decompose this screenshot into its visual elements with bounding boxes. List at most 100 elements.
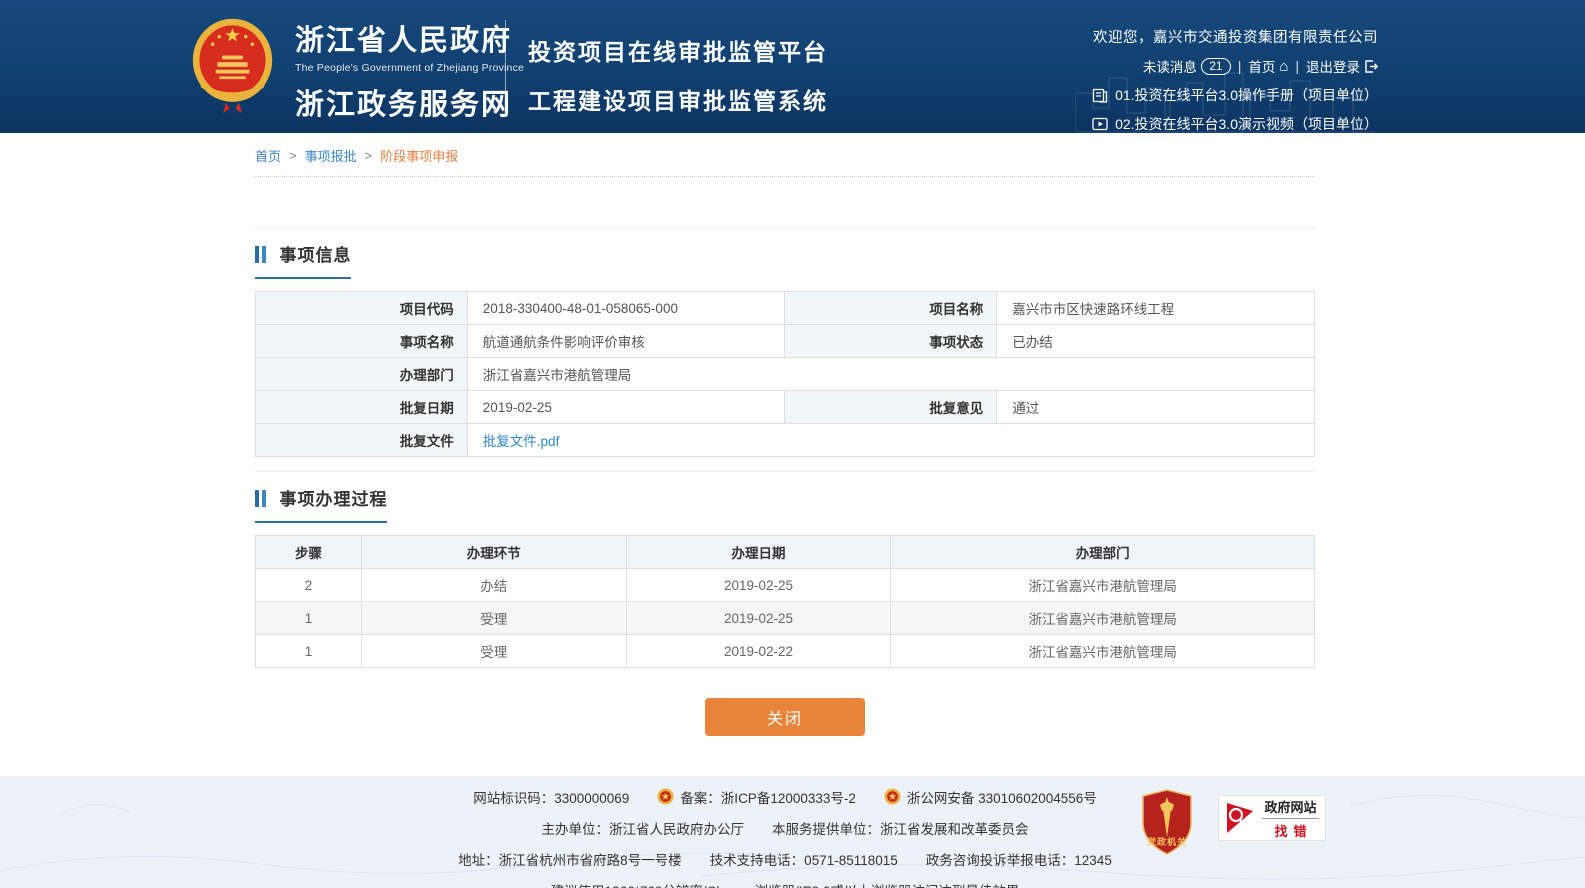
- field-label: 事项名称: [256, 325, 468, 358]
- header-divider: [505, 20, 506, 113]
- portal-subtitle: 全国一体化在线政务服务平台: [295, 130, 524, 133]
- breadcrumb-separator: >: [289, 148, 297, 163]
- site-code: 网站标识码：3300000069: [473, 787, 629, 807]
- table-row: 批复日期 2019-02-25 批复意见 通过: [256, 391, 1315, 424]
- manual-link[interactable]: 01.投资在线平台3.0操作手册（项目单位）: [1092, 85, 1378, 105]
- approval-file-link[interactable]: 批复文件.pdf: [483, 434, 560, 449]
- date-cell: 2019-02-25: [626, 602, 891, 635]
- unread-label: 未读消息: [1143, 56, 1197, 76]
- police-record[interactable]: 浙公网安备 33010602004556号: [884, 787, 1097, 807]
- police-emblem-icon: [884, 788, 901, 805]
- process-table: 步骤 办理环节 办理日期 办理部门 2 办结 2019-02-25 浙江省嘉兴市…: [255, 535, 1315, 668]
- col-header-phase: 办理环节: [361, 536, 626, 569]
- table-header-row: 步骤 办理环节 办理日期 办理部门: [256, 536, 1315, 569]
- approval-file-cell: 批复文件.pdf: [467, 424, 1314, 457]
- separator: |: [1238, 59, 1242, 74]
- video-link-label: 02.投资在线平台3.0演示视频（项目单位）: [1115, 114, 1378, 133]
- project-code-value: 2018-330400-48-01-058065-000: [467, 292, 785, 325]
- approval-date-value: 2019-02-25: [467, 391, 785, 424]
- police-record-text: 浙公网安备 33010602004556号: [907, 787, 1097, 807]
- find-error-label: 找错: [1262, 819, 1325, 840]
- home-label: 首页: [1248, 56, 1275, 76]
- handling-department-value: 浙江省嘉兴市港航管理局: [467, 358, 1314, 391]
- find-error-text: 政府网站 找错: [1262, 797, 1319, 840]
- field-label: 项目名称: [785, 292, 997, 325]
- phase-cell: 办结: [361, 569, 626, 602]
- field-label: 项目代码: [256, 292, 468, 325]
- site-footer: 网站标识码：3300000069 备案：浙ICP备12000333号-2 浙公网…: [0, 776, 1585, 888]
- logout-icon: [1364, 60, 1378, 73]
- process-title: 事项办理过程: [279, 490, 387, 509]
- date-cell: 2019-02-25: [626, 569, 891, 602]
- find-error-magnifier-icon: [1225, 801, 1255, 835]
- browser-tip-text: 建议使用1366*768分辨率/Chrome浏览器/IE9.0或以上浏览器访问达…: [551, 880, 1020, 888]
- site-header: 浙江省人民政府 The People's Government of Zheji…: [0, 0, 1585, 133]
- dept-cell: 浙江省嘉兴市港航管理局: [891, 569, 1315, 602]
- col-header-step: 步骤: [256, 536, 362, 569]
- breadcrumb-separator: >: [365, 148, 373, 163]
- field-label: 办理部门: [256, 358, 468, 391]
- breadcrumb-home[interactable]: 首页: [255, 146, 281, 165]
- logout-label: 退出登录: [1306, 56, 1360, 76]
- item-info-section: 事项信息 项目代码 2018-330400-48-01-058065-000 项…: [255, 227, 1315, 457]
- field-label: 批复文件: [256, 424, 468, 457]
- field-label: 事项状态: [785, 325, 997, 358]
- col-header-date: 办理日期: [626, 536, 891, 569]
- complaint-phone-text: 政务咨询投诉举报电话：12345: [926, 849, 1112, 869]
- video-play-icon: [1092, 117, 1108, 131]
- user-links: 未读消息 21 | 首页 ⌂ | 退出登录: [1092, 56, 1378, 76]
- site-logo: 浙江省人民政府 The People's Government of Zheji…: [190, 13, 524, 133]
- section-bars-icon: [255, 246, 266, 268]
- breadcrumb-current: 阶段事项申报: [380, 146, 458, 165]
- table-row: 事项名称 航道通航条件影响评价审核 事项状态 已办结: [256, 325, 1315, 358]
- unread-count-badge[interactable]: 21: [1201, 58, 1231, 75]
- date-cell: 2019-02-22: [626, 635, 891, 668]
- gov-titles: 浙江省人民政府 The People's Government of Zheji…: [295, 13, 524, 133]
- party-gov-badge[interactable]: 党政机关: [1140, 789, 1194, 855]
- platform-title-line1: 投资项目在线审批监管平台: [528, 33, 828, 67]
- icp-record[interactable]: 备案：浙ICP备12000333号-2: [657, 787, 856, 807]
- platform-title-line2: 工程建设项目审批监管系统: [528, 82, 828, 116]
- breadcrumb: 首页 > 事项报批 > 阶段事项申报: [255, 133, 1315, 177]
- section-heading: 事项信息: [255, 241, 351, 279]
- item-info-title: 事项信息: [279, 246, 351, 265]
- separator: |: [1295, 59, 1299, 74]
- table-row: 1 受理 2019-02-25 浙江省嘉兴市港航管理局: [256, 602, 1315, 635]
- national-emblem-icon: [190, 13, 275, 117]
- table-row: 项目代码 2018-330400-48-01-058065-000 项目名称 嘉…: [256, 292, 1315, 325]
- find-error-site-label: 政府网站: [1262, 797, 1319, 819]
- video-link[interactable]: 02.投资在线平台3.0演示视频（项目单位）: [1092, 114, 1378, 133]
- item-name-value: 航道通航条件影响评价审核: [467, 325, 785, 358]
- item-status-value: 已办结: [997, 325, 1315, 358]
- document-icon: [1092, 88, 1108, 103]
- manual-link-label: 01.投资在线平台3.0操作手册（项目单位）: [1115, 85, 1378, 105]
- field-label: 批复日期: [256, 391, 468, 424]
- party-gov-badge-label: 党政机关: [1140, 835, 1194, 848]
- item-info-table: 项目代码 2018-330400-48-01-058065-000 项目名称 嘉…: [255, 291, 1315, 457]
- field-label: 批复意见: [785, 391, 997, 424]
- portal-name: 浙江政务服务网: [295, 81, 524, 123]
- logout-link[interactable]: 退出登录: [1306, 56, 1378, 76]
- breadcrumb-report[interactable]: 事项报批: [305, 146, 357, 165]
- platform-titles: 投资项目在线审批监管平台 工程建设项目审批监管系统: [528, 33, 828, 116]
- home-link[interactable]: 首页 ⌂: [1248, 56, 1288, 76]
- main-content: 事项信息 项目代码 2018-330400-48-01-058065-000 项…: [255, 227, 1315, 736]
- section-heading: 事项办理过程: [255, 485, 387, 523]
- gov-name-en: The People's Government of Zhejiang Prov…: [295, 62, 524, 74]
- provider-text: 本服务提供单位：浙江省发展和改革委员会: [772, 818, 1029, 838]
- phase-cell: 受理: [361, 635, 626, 668]
- step-cell: 1: [256, 635, 362, 668]
- icp-text: 备案：浙ICP备12000333号-2: [680, 787, 856, 807]
- find-error-badge[interactable]: 政府网站 找错: [1218, 795, 1326, 841]
- process-section: 事项办理过程 步骤 办理环节 办理日期 办理部门 2 办结 2019-02-25…: [255, 471, 1315, 668]
- dept-cell: 浙江省嘉兴市港航管理局: [891, 602, 1315, 635]
- close-button[interactable]: 关闭: [705, 698, 865, 736]
- phase-cell: 受理: [361, 602, 626, 635]
- header-user-area: 欢迎您，嘉兴市交通投资集团有限责任公司 未读消息 21 | 首页 ⌂ | 退出登…: [1092, 26, 1378, 133]
- footer-line-4: 建议使用1366*768分辨率/Chrome浏览器/IE9.0或以上浏览器访问达…: [255, 874, 1315, 888]
- address-text: 地址：浙江省杭州市省府路8号一号楼: [458, 849, 682, 869]
- table-row: 办理部门 浙江省嘉兴市港航管理局: [256, 358, 1315, 391]
- step-cell: 2: [256, 569, 362, 602]
- dept-cell: 浙江省嘉兴市港航管理局: [891, 635, 1315, 668]
- unread-messages-link[interactable]: 未读消息 21: [1143, 56, 1231, 76]
